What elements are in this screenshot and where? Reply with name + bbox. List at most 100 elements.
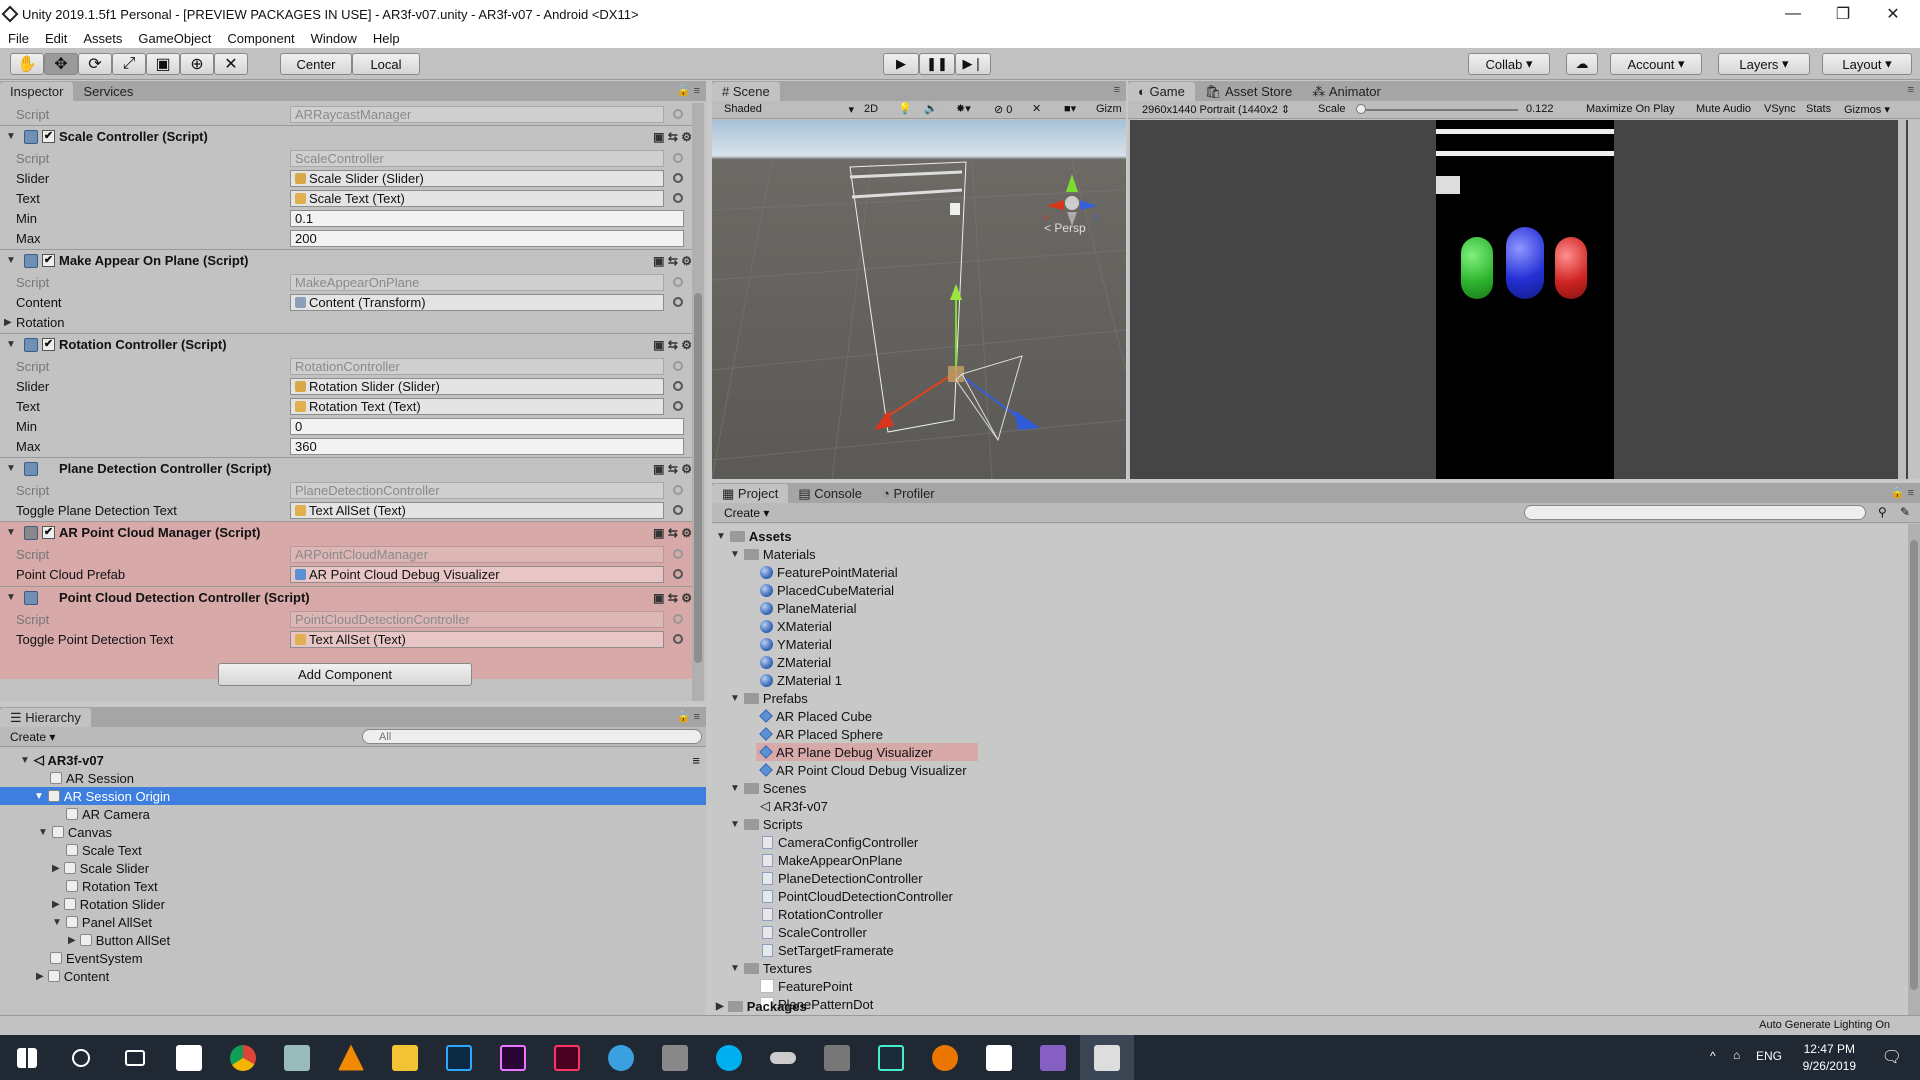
- add-component-button[interactable]: Add Component: [218, 663, 472, 686]
- tab-console[interactable]: ▤ Console: [788, 484, 872, 503]
- resolution-dropdown[interactable]: 2960x1440 Portrait (1440x2 ⇕: [1142, 103, 1290, 116]
- material-item[interactable]: XMaterial: [760, 617, 832, 635]
- hierarchy-item[interactable]: EventSystem: [0, 949, 706, 967]
- texture-item[interactable]: FeaturePoint: [760, 977, 852, 995]
- raycast-script-field[interactable]: ARRaycastManager: [290, 105, 664, 123]
- component-enabled-checkbox[interactable]: ✔: [42, 130, 55, 143]
- scene-row[interactable]: ▼ ◁ AR3f-v07 ≡: [0, 751, 706, 769]
- rotation-label[interactable]: Rotation: [16, 315, 64, 330]
- material-item[interactable]: YMaterial: [760, 635, 832, 653]
- component-settings-icon[interactable]: ▣ ⇆ ⚙: [653, 338, 692, 352]
- rotate-tool-icon[interactable]: ⟳: [78, 53, 112, 75]
- prefabs-folder[interactable]: ▼ Prefabs: [730, 689, 808, 707]
- store-icon[interactable]: [162, 1035, 216, 1080]
- task-view-icon[interactable]: [108, 1035, 162, 1080]
- transform-tool-icon[interactable]: ⊕: [180, 53, 214, 75]
- component-settings-icon[interactable]: ▣ ⇆ ⚙: [653, 591, 692, 605]
- mute-audio-toggle[interactable]: Mute Audio: [1696, 103, 1751, 115]
- object-picker-icon[interactable]: [673, 569, 683, 579]
- scale-slider[interactable]: [1358, 109, 1518, 111]
- script-field[interactable]: ARPointCloudManager: [290, 545, 664, 563]
- scripts-folder[interactable]: ▼ Scripts: [730, 815, 803, 833]
- object-picker-icon[interactable]: [673, 153, 683, 163]
- component-header[interactable]: ▼ ✔ Scale Controller (Script) ▣ ⇆ ⚙: [0, 125, 692, 147]
- lighting-icon[interactable]: 💡: [898, 102, 912, 115]
- materials-folder[interactable]: ▼ Materials: [730, 545, 816, 563]
- game-scrollbar[interactable]: [1898, 120, 1906, 479]
- menu-window[interactable]: Window: [303, 31, 365, 46]
- pivot-center-button[interactable]: Center: [280, 53, 352, 75]
- component-enabled-checkbox[interactable]: ✔: [42, 254, 55, 267]
- object-picker-icon[interactable]: [673, 401, 683, 411]
- scale-slider-thumb[interactable]: [1356, 104, 1366, 114]
- layout-dropdown[interactable]: Layout ▾: [1822, 53, 1912, 75]
- hierarchy-item[interactable]: ▼ Canvas: [0, 823, 706, 841]
- tab-game[interactable]: ◐ Game: [1128, 82, 1195, 101]
- object-picker-icon[interactable]: [673, 634, 683, 644]
- hierarchy-item[interactable]: Scale Text: [0, 841, 706, 859]
- shading-dropdown[interactable]: Shaded ▾: [724, 103, 854, 116]
- hierarchy-item[interactable]: AR Session: [0, 769, 706, 787]
- script-item[interactable]: MakeAppearOnPlane: [762, 851, 902, 869]
- toggle-point-text-field[interactable]: Text AllSet (Text): [290, 630, 664, 648]
- move-tool-icon[interactable]: ✥: [44, 53, 78, 75]
- lock-icon[interactable]: 🔒 ≡: [677, 710, 700, 723]
- rect-tool-icon[interactable]: ▣: [146, 53, 180, 75]
- clock[interactable]: 12:47 PM 9/26/2019: [1803, 1041, 1856, 1075]
- script-field[interactable]: MakeAppearOnPlane: [290, 273, 664, 291]
- hierarchy-item[interactable]: AR Camera: [0, 805, 706, 823]
- object-picker-icon[interactable]: [673, 193, 683, 203]
- scene-viewport[interactable]: x z < Persp: [712, 120, 1126, 479]
- prefab-item[interactable]: AR Placed Cube: [759, 707, 872, 725]
- panel-menu-icon[interactable]: ≡: [1114, 84, 1120, 96]
- object-picker-icon[interactable]: [673, 297, 683, 307]
- lock-icon[interactable]: 🔒 ≡: [677, 84, 700, 97]
- blender-icon[interactable]: [918, 1035, 972, 1080]
- material-item[interactable]: PlacedCubeMaterial: [760, 581, 894, 599]
- max-input[interactable]: 200: [290, 229, 684, 247]
- min-input[interactable]: 0.1: [290, 209, 684, 227]
- object-picker-icon[interactable]: [673, 277, 683, 287]
- tab-project[interactable]: ▦ Project: [712, 484, 789, 503]
- allset-button-ui[interactable]: [1436, 176, 1460, 194]
- scene-gizmos-dropdown[interactable]: Gizm: [1096, 103, 1122, 115]
- script-field[interactable]: PlaneDetectionController: [290, 481, 664, 499]
- hierarchy-item-selected[interactable]: ▼ AR Session Origin: [0, 787, 706, 805]
- game-gizmos-dropdown[interactable]: Gizmos ▾: [1844, 103, 1890, 116]
- text-field[interactable]: Rotation Text (Text): [290, 397, 664, 415]
- component-header[interactable]: ▼ Point Cloud Detection Controller (Scrip…: [0, 586, 692, 608]
- tab-services[interactable]: Services: [73, 82, 143, 101]
- search-icon[interactable]: [54, 1035, 108, 1080]
- component-header[interactable]: ▼ Plane Detection Controller (Script) ▣ ⇆ …: [0, 457, 692, 479]
- script-item[interactable]: RotationController: [762, 905, 883, 923]
- vlc-icon[interactable]: [324, 1035, 378, 1080]
- photoshop-icon[interactable]: [432, 1035, 486, 1080]
- stats-toggle[interactable]: Stats: [1806, 103, 1831, 115]
- notifications-icon[interactable]: 🗨: [1882, 1047, 1902, 1067]
- content-field[interactable]: Content (Transform): [290, 293, 664, 311]
- unity-icon[interactable]: [972, 1035, 1026, 1080]
- object-picker-icon[interactable]: [673, 485, 683, 495]
- script-item[interactable]: PlaneDetectionController: [762, 869, 923, 887]
- prefab-item-highlighted[interactable]: AR Plane Debug Visualizer: [756, 743, 978, 761]
- material-item[interactable]: ZMaterial: [760, 653, 831, 671]
- network-app-icon[interactable]: [270, 1035, 324, 1080]
- tab-scene[interactable]: # Scene: [712, 82, 780, 101]
- component-enabled-checkbox[interactable]: ✔: [42, 526, 55, 539]
- inspector-scrollbar[interactable]: [692, 103, 704, 701]
- unity-hub-icon[interactable]: [864, 1035, 918, 1080]
- network-icon[interactable]: ⌂: [1733, 1048, 1740, 1062]
- max-input[interactable]: 360: [290, 437, 684, 455]
- script-field[interactable]: RotationController: [290, 357, 664, 375]
- vsync-toggle[interactable]: VSync: [1764, 103, 1796, 115]
- point-cloud-prefab-field[interactable]: AR Point Cloud Debug Visualizer: [290, 565, 664, 583]
- component-settings-icon[interactable]: ▣ ⇆ ⚙: [653, 254, 692, 268]
- visual-studio-icon[interactable]: [1026, 1035, 1080, 1080]
- hand-tool-icon[interactable]: ✋: [10, 53, 44, 75]
- hierarchy-item[interactable]: ▶ Rotation Slider: [0, 895, 706, 913]
- packages-folder[interactable]: ▶ Packages: [716, 997, 807, 1015]
- menu-component[interactable]: Component: [219, 31, 302, 46]
- scrollbar-thumb[interactable]: [1910, 540, 1918, 990]
- gamepad-icon[interactable]: [756, 1035, 810, 1080]
- filter-by-type-icon[interactable]: ⚲: [1878, 505, 1887, 519]
